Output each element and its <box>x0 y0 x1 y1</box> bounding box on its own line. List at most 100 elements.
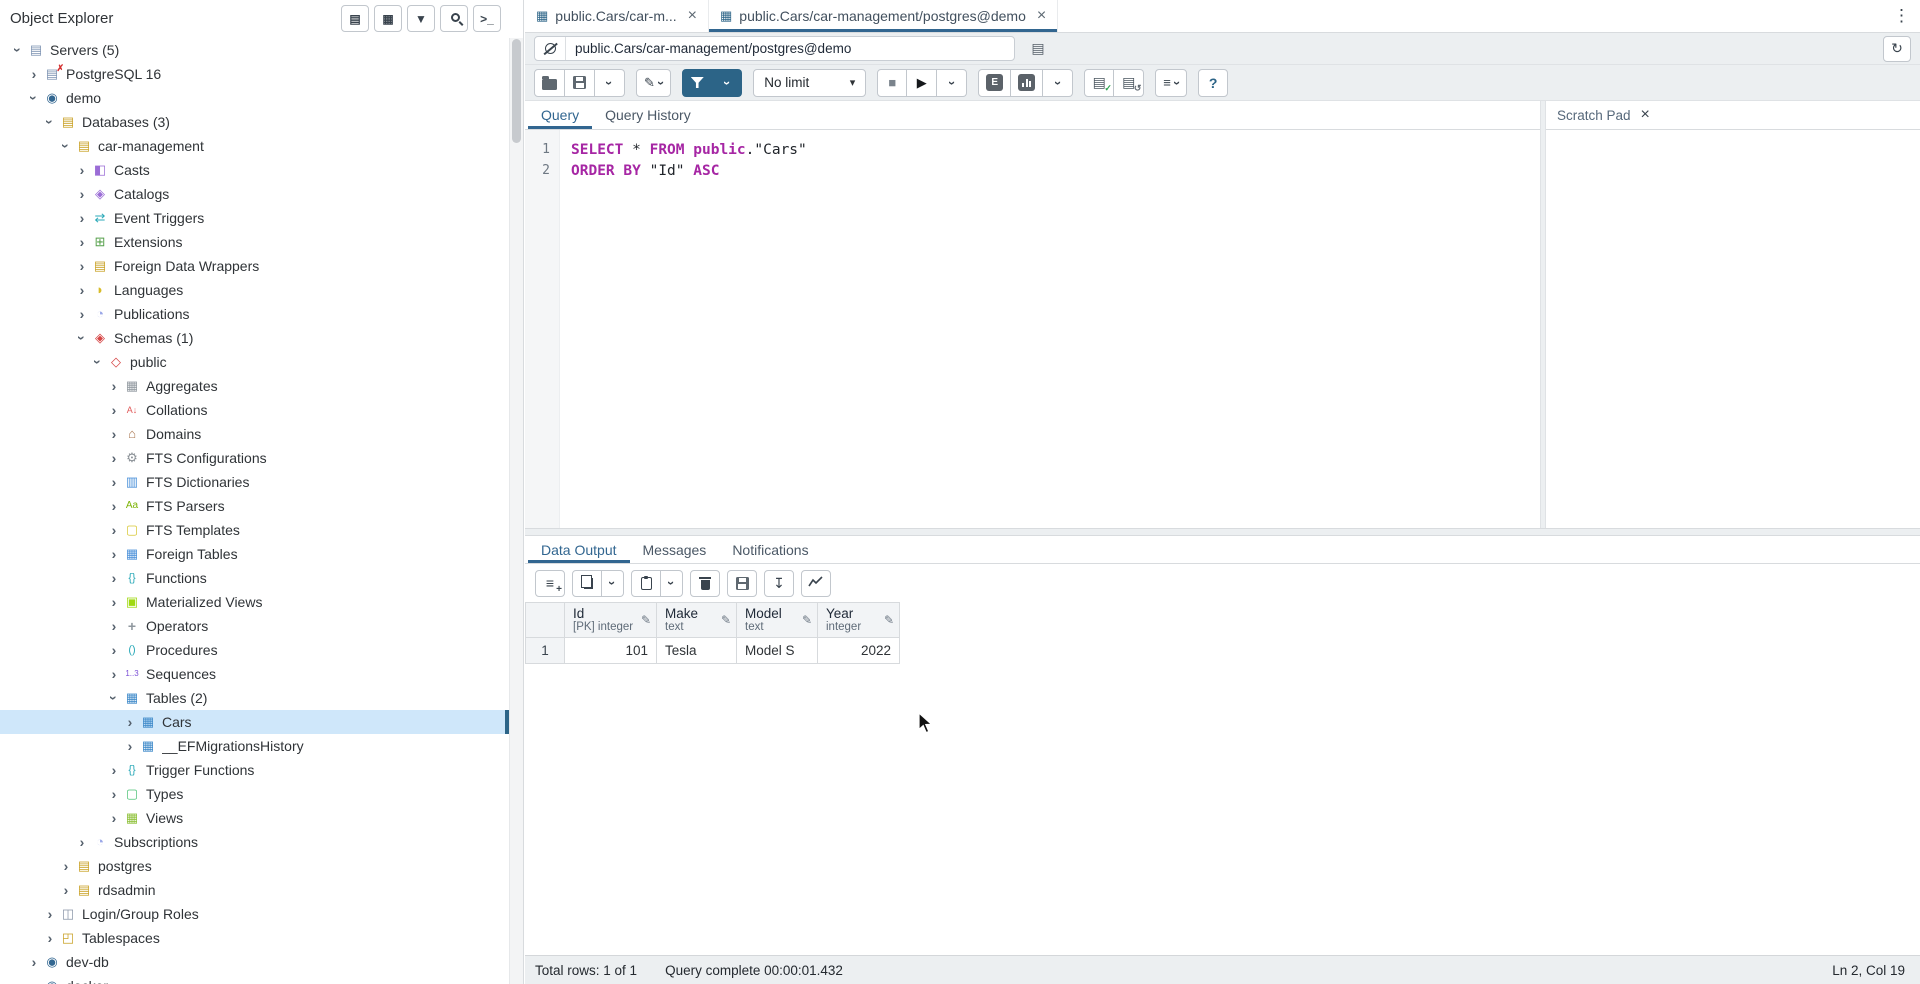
cancel-query-button[interactable]: ■ <box>877 69 907 97</box>
chevron-collapsed-icon[interactable]: › <box>106 571 122 585</box>
tree-item-foreign-tables[interactable]: ›▦Foreign Tables <box>0 542 509 566</box>
column-header-model[interactable]: Modeltext✎ <box>737 602 818 638</box>
chevron-collapsed-icon[interactable]: › <box>74 259 90 273</box>
tree-item-aggregates[interactable]: ›▦Aggregates <box>0 374 509 398</box>
delete-rows-button[interactable] <box>690 570 720 597</box>
execute-options-button[interactable]: › <box>937 69 967 97</box>
search-objects-button[interactable] <box>440 5 468 32</box>
chevron-collapsed-icon[interactable]: › <box>106 475 122 489</box>
chevron-collapsed-icon[interactable]: › <box>74 283 90 297</box>
tree-item-event-triggers[interactable]: ›⇄Event Triggers <box>0 206 509 230</box>
tree-item-cars[interactable]: ›▦Cars <box>0 710 509 734</box>
chevron-expanded-icon[interactable]: › <box>59 138 73 154</box>
tree-item-functions[interactable]: ›{}Functions <box>0 566 509 590</box>
chevron-collapsed-icon[interactable]: › <box>106 595 122 609</box>
tree-item-efmigrationshistory[interactable]: ›▦__EFMigrationsHistory <box>0 734 509 758</box>
pencil-icon[interactable]: ✎ <box>721 613 731 627</box>
row-limit-select[interactable]: No limit ▾ <box>753 69 866 97</box>
help-button[interactable]: ? <box>1198 69 1228 97</box>
tree-item-rdsadmin[interactable]: ›▤rdsadmin <box>0 878 509 902</box>
rollback-button[interactable]: ▤↺ <box>1114 69 1144 97</box>
paste-options-button[interactable]: › <box>661 570 683 597</box>
tree-item-fts-templates[interactable]: ›▢FTS Templates <box>0 518 509 542</box>
save-data-changes-button[interactable] <box>727 570 757 597</box>
tree-item-views[interactable]: ›▦Views <box>0 806 509 830</box>
pencil-icon[interactable]: ✎ <box>802 613 812 627</box>
chevron-expanded-icon[interactable]: › <box>75 330 89 346</box>
chevron-collapsed-icon[interactable]: › <box>74 211 90 225</box>
chevron-expanded-icon[interactable]: › <box>27 90 41 106</box>
scratch-pad-input[interactable] <box>1546 130 1920 528</box>
tab-notifications[interactable]: Notifications <box>719 536 821 563</box>
panel-splitter-horizontal[interactable] <box>525 528 1920 536</box>
explain-options-button[interactable]: › <box>1043 69 1073 97</box>
chevron-collapsed-icon[interactable]: › <box>106 403 122 417</box>
tree-item-types[interactable]: ›▢Types <box>0 782 509 806</box>
save-options-button[interactable]: › <box>595 69 625 97</box>
psql-tool-button[interactable]: >_ <box>473 5 501 32</box>
tree-item-casts[interactable]: ›◧Casts <box>0 158 509 182</box>
tree-item-dev-db[interactable]: ›◉dev-db <box>0 950 509 974</box>
chevron-collapsed-icon[interactable]: › <box>58 883 74 897</box>
tree-item-docker[interactable]: ›◉docker <box>0 974 509 984</box>
grid-corner-cell[interactable] <box>525 602 565 638</box>
chevron-collapsed-icon[interactable]: › <box>26 955 42 969</box>
chevron-expanded-icon[interactable]: › <box>43 114 57 130</box>
add-row-button[interactable]: ≡+ <box>535 570 565 597</box>
tree-item-fts-parsers[interactable]: ›AaFTS Parsers <box>0 494 509 518</box>
tree-item-login-group-roles[interactable]: ›◫Login/Group Roles <box>0 902 509 926</box>
tree-item-fts-dictionaries[interactable]: ›▥FTS Dictionaries <box>0 470 509 494</box>
sidebar-scrollbar[interactable] <box>509 38 523 984</box>
chevron-collapsed-icon[interactable]: › <box>106 643 122 657</box>
more-options-icon[interactable]: ⋮ <box>1893 6 1910 26</box>
copy-options-button[interactable]: › <box>602 570 624 597</box>
chevron-collapsed-icon[interactable]: › <box>106 667 122 681</box>
tab-query[interactable]: Query <box>528 101 592 129</box>
editor-code[interactable]: SELECT * FROM public."Cars"ORDER BY "Id"… <box>560 130 1540 528</box>
chevron-collapsed-icon[interactable]: › <box>26 979 42 984</box>
explain-analyze-button[interactable] <box>1011 69 1043 97</box>
chevron-collapsed-icon[interactable]: › <box>106 379 122 393</box>
row-number-cell[interactable]: 1 <box>525 638 565 664</box>
tree-item-publications[interactable]: ›◔Publications <box>0 302 509 326</box>
chevron-expanded-icon[interactable]: › <box>91 354 105 370</box>
chevron-collapsed-icon[interactable]: › <box>74 187 90 201</box>
new-connection-button[interactable]: ▤ <box>1024 36 1052 62</box>
tree-item-sequences[interactable]: ›1..3Sequences <box>0 662 509 686</box>
tree-item-materialized-views[interactable]: ›▣Materialized Views <box>0 590 509 614</box>
document-tab[interactable]: ▦public.Cars/car-m...× <box>525 0 709 32</box>
chevron-collapsed-icon[interactable]: › <box>42 907 58 921</box>
chevron-collapsed-icon[interactable]: › <box>42 931 58 945</box>
filter-button[interactable] <box>682 69 712 97</box>
paste-button[interactable] <box>631 570 661 597</box>
chevron-expanded-icon[interactable]: › <box>107 690 121 706</box>
sql-editor[interactable]: 12 SELECT * FROM public."Cars"ORDER BY "… <box>525 130 1540 528</box>
tree-item-languages[interactable]: ›◗Languages <box>0 278 509 302</box>
column-header-year[interactable]: Yearinteger✎ <box>818 602 900 638</box>
chevron-collapsed-icon[interactable]: › <box>122 715 138 729</box>
chevron-collapsed-icon[interactable]: › <box>58 859 74 873</box>
tree-item-domains[interactable]: ›⌂Domains <box>0 422 509 446</box>
scrollbar-thumb[interactable] <box>512 39 521 143</box>
tree-item-operators[interactable]: ›+Operators <box>0 614 509 638</box>
tree-item-postgresql-16[interactable]: ›▤✗PostgreSQL 16 <box>0 62 509 86</box>
chevron-collapsed-icon[interactable]: › <box>106 619 122 633</box>
graph-visualiser-button[interactable] <box>801 570 831 597</box>
chevron-collapsed-icon[interactable]: › <box>106 427 122 441</box>
tree-item-collations[interactable]: ›A↓Collations <box>0 398 509 422</box>
tree-item-public[interactable]: ›◇public <box>0 350 509 374</box>
tree-item-foreign-data-wrappers[interactable]: ›▤Foreign Data Wrappers <box>0 254 509 278</box>
open-file-button[interactable] <box>534 69 565 97</box>
data-cell[interactable]: Model S <box>737 638 818 664</box>
tab-query-history[interactable]: Query History <box>592 101 704 129</box>
close-tab-icon[interactable]: × <box>1037 9 1046 23</box>
chevron-collapsed-icon[interactable]: › <box>74 163 90 177</box>
copy-button[interactable] <box>572 570 602 597</box>
tree-item-procedures[interactable]: ›()Procedures <box>0 638 509 662</box>
connection-selector[interactable]: public.Cars/car-management/postgres@demo <box>534 36 1015 61</box>
chevron-collapsed-icon[interactable]: › <box>106 523 122 537</box>
pencil-icon[interactable]: ✎ <box>641 613 651 627</box>
tree-item-subscriptions[interactable]: ›◔Subscriptions <box>0 830 509 854</box>
macros-button[interactable]: ≡ › <box>1155 69 1187 97</box>
chevron-collapsed-icon[interactable]: › <box>74 835 90 849</box>
